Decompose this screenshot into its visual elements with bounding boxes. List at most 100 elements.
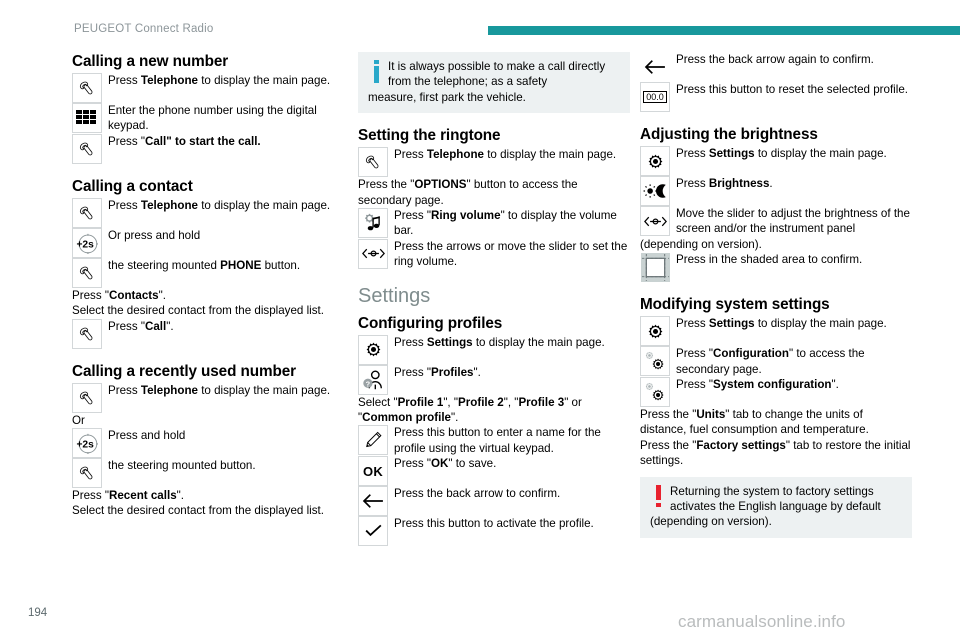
configuration-double-gear-icon[interactable] xyxy=(640,346,670,377)
ok-button-icon[interactable]: OK xyxy=(358,456,388,487)
step-press-call-text: Press "Call". xyxy=(108,319,344,334)
line-or: Or xyxy=(72,413,85,427)
step-steering-phone-text: the steering mounted PHONE button. xyxy=(108,258,344,273)
telephone-icon[interactable] xyxy=(72,197,102,228)
press-hold-2s-icon[interactable]: +2s xyxy=(72,227,102,258)
text-bold: Call xyxy=(144,319,167,333)
slider-arrows-icon[interactable] xyxy=(640,206,670,236)
reset-value-icon[interactable]: 00.0 xyxy=(640,82,670,112)
text-bold: Units xyxy=(696,408,726,422)
text-pre: Press xyxy=(108,74,141,87)
text-pre: Press the " xyxy=(640,438,697,452)
line-units-tab: Press the "Units" tab to change the unit… xyxy=(640,407,912,438)
step-steering-phone-button: the steering mounted PHONE button. xyxy=(72,257,344,288)
text-bold: Contacts xyxy=(108,288,159,302)
text-pre: Press " xyxy=(676,378,713,392)
step-set-ring-volume-text: Press the arrows or move the slider to s… xyxy=(394,239,628,269)
press-hold-2s-icon[interactable]: +2s xyxy=(72,428,102,459)
configuration-double-gear-icon[interactable] xyxy=(640,377,670,408)
text-pre: Press xyxy=(108,198,141,212)
text-pre: Press " xyxy=(676,347,713,361)
warning-callout: Returning the system to factory settings… xyxy=(640,476,912,538)
step-activate-profile-text: Press this button to activate the profil… xyxy=(394,517,594,531)
telephone-icon[interactable] xyxy=(72,257,102,288)
ring-volume-icon[interactable] xyxy=(358,208,388,239)
text-pre: Press " xyxy=(108,319,145,333)
step-press-telephone-text: Press Telephone to display the main page… xyxy=(108,198,344,213)
keypad-grid xyxy=(76,109,98,127)
text-post: to display the main page. xyxy=(754,317,887,331)
header-accent-bar xyxy=(488,26,960,35)
pencil-edit-icon[interactable] xyxy=(358,425,388,456)
step-press-configuration: Press "Configuration" to access the seco… xyxy=(640,346,912,377)
text-post: ". xyxy=(831,378,839,392)
check-tick-icon[interactable] xyxy=(358,516,388,547)
text-post: to display the main page. xyxy=(754,147,887,160)
telephone-icon[interactable] xyxy=(72,382,102,413)
step-reset-profile-text: Press this button to reset the selected … xyxy=(676,83,908,96)
step-press-settings: Press Settings to display the main page. xyxy=(358,334,630,365)
step-press-settings-text: Press Settings to display the main page. xyxy=(676,316,912,331)
page-header-title: PEUGEOT Connect Radio xyxy=(74,23,214,35)
back-arrow-icon[interactable] xyxy=(640,52,670,82)
keypad-icon[interactable] xyxy=(72,103,102,133)
step-enter-number: Enter the phone number using the digital… xyxy=(72,103,344,134)
step-press-ok: OK Press "OK" to save. xyxy=(358,456,630,487)
text-pre: Press the " xyxy=(640,408,697,422)
text-post: . xyxy=(769,177,773,190)
text-pre: Press xyxy=(676,177,709,190)
step-back-arrow-confirm-text: Press the back arrow to confirm. xyxy=(394,487,561,501)
common-profile-label: Common profile xyxy=(362,411,452,425)
telephone-icon[interactable] xyxy=(72,458,102,489)
site-watermark: carmanualsonline.info xyxy=(678,612,846,631)
reset-value-label: 00.0 xyxy=(643,91,667,103)
text-post: ". xyxy=(158,288,166,302)
step-press-telephone: Press Telephone to display the main page… xyxy=(72,73,344,103)
step-steering-button-text: the steering mounted button. xyxy=(108,459,256,473)
line-select-contact: Select the desired contact from the disp… xyxy=(72,504,324,518)
step-press-settings-text: Press Settings to display the main page. xyxy=(676,146,912,161)
text-bold: Settings xyxy=(426,335,473,349)
step-press-settings-text: Press Settings to display the main page. xyxy=(394,335,630,350)
telephone-icon[interactable] xyxy=(72,318,102,349)
line-press-options: Press the "OPTIONS" button to access the… xyxy=(358,177,630,208)
telephone-icon[interactable] xyxy=(358,147,388,178)
profiles-person-icon[interactable]: ? xyxy=(358,364,388,395)
column-right: Press the back arrow again to confirm. 0… xyxy=(640,52,912,540)
settings-gear-icon[interactable] xyxy=(640,146,670,176)
text-post: to display the main page. xyxy=(197,383,331,397)
info-callout-text-tail: measure, first park the vehicle. xyxy=(368,90,526,104)
line-depending-on-version: (depending on version). xyxy=(640,237,762,251)
step-press-profiles: ? Press "Profiles". xyxy=(358,364,630,395)
heading-configuring-profiles: Configuring profiles xyxy=(358,314,503,332)
step-press-telephone: Press Telephone to display the main page… xyxy=(72,382,344,413)
telephone-icon[interactable] xyxy=(72,133,102,164)
step-set-ring-volume-slider: Press the arrows or move the slider to s… xyxy=(358,238,630,270)
step-press-telephone: Press Telephone to display the main page… xyxy=(358,147,630,178)
step-press-shaded-area-text: Press in the shaded area to confirm. xyxy=(676,253,863,267)
slider-arrows-icon[interactable] xyxy=(358,238,388,269)
step-press-system-configuration: Press "System configuration". xyxy=(640,377,912,408)
shaded-area-icon[interactable] xyxy=(640,252,670,283)
text-post: ". xyxy=(451,411,459,425)
telephone-icon[interactable] xyxy=(72,73,102,103)
text-pre: Press xyxy=(676,147,709,160)
back-arrow-icon[interactable] xyxy=(358,486,388,517)
text-pre: Press xyxy=(394,148,427,162)
text-post: ". xyxy=(166,319,174,333)
settings-gear-icon[interactable] xyxy=(358,334,388,365)
text-post: ". xyxy=(473,365,481,379)
warning-callout-text-tail: (depending on version). xyxy=(650,515,772,529)
step-press-ok-text: Press "OK" to save. xyxy=(394,456,630,471)
text-post: to display the main page. xyxy=(483,148,617,162)
step-press-call: Press "Call". xyxy=(72,318,344,349)
step-back-arrow-again: Press the back arrow again to confirm. xyxy=(640,52,912,82)
text-pre: the steering mounted xyxy=(108,258,221,272)
text-bold: Call" to start the call. xyxy=(144,134,261,148)
text-bold: Telephone xyxy=(140,74,198,87)
info-icon xyxy=(368,59,388,89)
profile-3-label: Profile 3 xyxy=(518,395,565,409)
brightness-sun-moon-icon[interactable] xyxy=(640,176,670,206)
step-press-brightness-text: Press Brightness. xyxy=(676,176,912,191)
settings-gear-icon[interactable] xyxy=(640,316,670,347)
